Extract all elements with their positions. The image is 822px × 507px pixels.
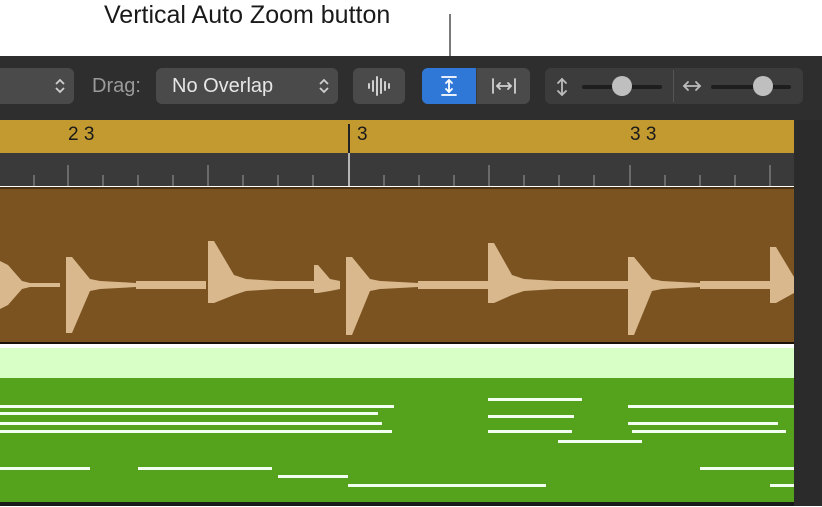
chevron-updown-icon (310, 76, 338, 96)
snap-dropdown[interactable] (0, 68, 74, 104)
audio-waveform (0, 241, 794, 335)
segment-divider (476, 68, 477, 104)
beat-ruler[interactable] (0, 153, 794, 186)
midi-notes (0, 398, 794, 487)
bar-number-2-3: 2 3 (68, 124, 95, 145)
vertical-zoom-slider-knob[interactable] (612, 76, 632, 96)
ruler-ticks (33, 153, 771, 186)
waveform-zoom-button[interactable] (353, 68, 405, 104)
callout-label: Vertical Auto Zoom button (104, 1, 391, 29)
vertical-scroll-area[interactable] (794, 120, 822, 506)
slider-divider (673, 70, 674, 102)
horizontal-auto-zoom-icon (492, 78, 516, 94)
horizontal-auto-zoom-button[interactable] (477, 68, 530, 104)
midi-region[interactable] (0, 378, 794, 502)
audio-region[interactable] (0, 187, 794, 344)
region-bottom-edge (0, 502, 794, 506)
bar-ruler[interactable] (0, 120, 794, 153)
vertical-auto-zoom-button[interactable] (422, 68, 476, 104)
drag-label: Drag: (92, 75, 141, 97)
waveform-icon (368, 76, 390, 96)
horizontal-zoom-slider-track[interactable] (711, 85, 791, 89)
vertical-zoom-icon (557, 77, 567, 97)
bar-number-3: 3 (357, 124, 368, 145)
midi-region-header[interactable] (0, 348, 794, 378)
drag-mode-dropdown[interactable]: No Overlap (156, 68, 338, 104)
vertical-auto-zoom-icon (441, 76, 457, 96)
bar-number-3-3: 3 3 (630, 124, 657, 145)
horizontal-zoom-icon (682, 81, 702, 91)
horizontal-zoom-slider-knob[interactable] (753, 76, 773, 96)
drag-mode-value: No Overlap (172, 74, 274, 97)
chevron-updown-icon (46, 76, 74, 96)
